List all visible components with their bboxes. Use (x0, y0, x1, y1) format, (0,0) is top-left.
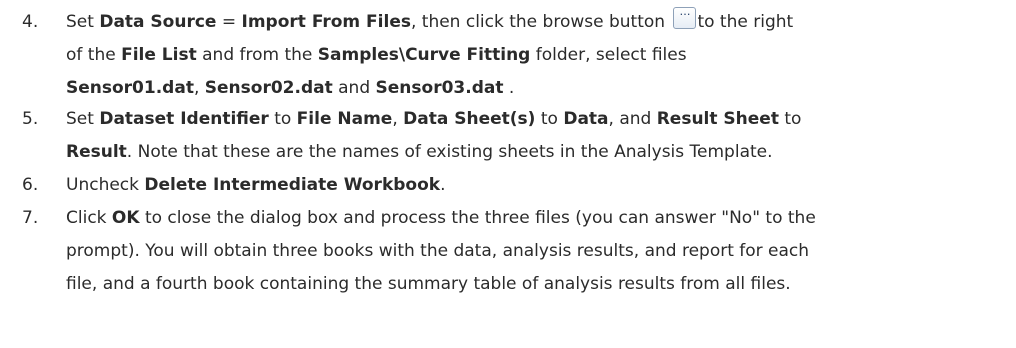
instruction-steps: 4. Set Data Source = Import From Files, … (0, 0, 1016, 348)
step-text: Click OK to close the dialog box and pro… (66, 202, 1011, 301)
step-number: 7. (22, 208, 39, 228)
step-text: Uncheck Delete Intermediate Workbook. (66, 169, 1011, 202)
step-line: Sensor01.dat, Sensor02.dat and Sensor03.… (66, 78, 515, 98)
step-text: Set Dataset Identifier to File Name, Dat… (66, 103, 1011, 169)
step-number: 6. (22, 175, 39, 195)
step-line: Set Dataset Identifier to File Name, Dat… (66, 109, 802, 129)
step-line: Uncheck Delete Intermediate Workbook. (66, 175, 446, 195)
step-line: file, and a fourth book containing the s… (66, 274, 791, 294)
browse-button-icon: … (673, 5, 697, 29)
step-line: of the File List and from the Samples\Cu… (66, 45, 687, 65)
step-number: 4. (22, 12, 39, 32)
step-line: Click OK to close the dialog box and pro… (66, 208, 816, 228)
step-line: Result. Note that these are the names of… (66, 142, 773, 162)
step-text: Set Data Source = Import From Files, the… (66, 5, 1011, 105)
step-line: prompt). You will obtain three books wit… (66, 241, 810, 261)
step-line: Set Data Source = Import From Files, the… (66, 5, 794, 32)
step-number: 5. (22, 109, 39, 129)
